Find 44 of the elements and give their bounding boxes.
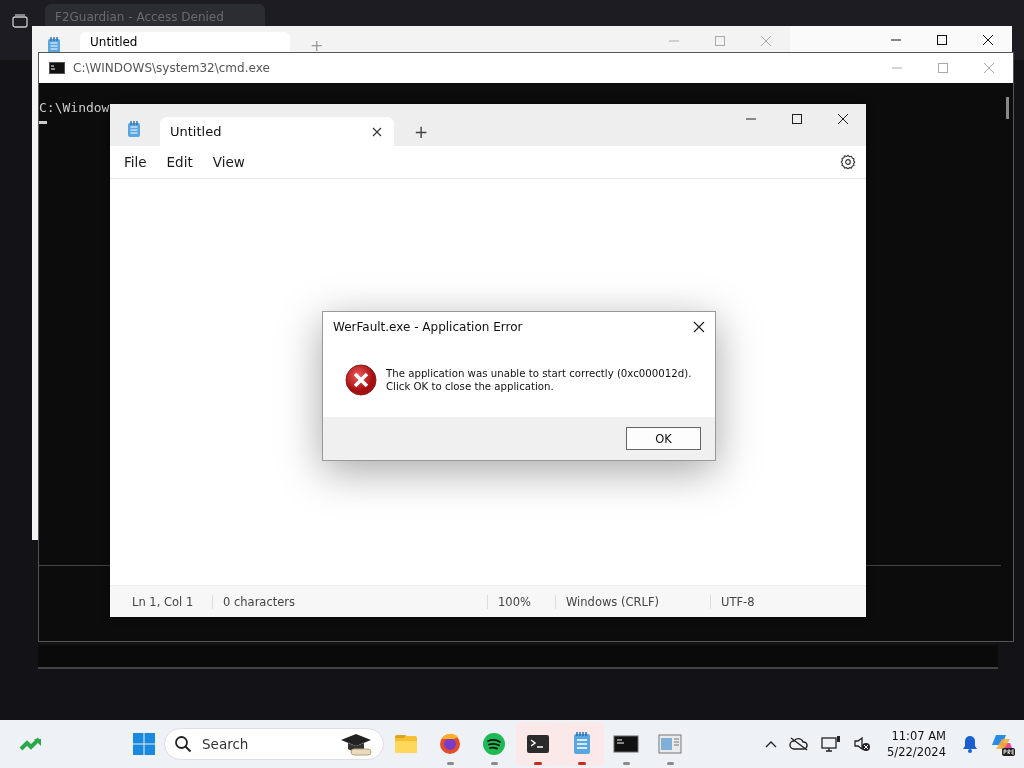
browser-icon[interactable] (437, 731, 463, 757)
message-text: Click OK to close the application. (386, 379, 555, 393)
search-icon (174, 735, 192, 753)
maximize-icon[interactable] (936, 34, 948, 46)
graduation-cap-icon (339, 731, 375, 757)
console-icon (49, 62, 65, 74)
status-text: 0 characters (212, 594, 487, 609)
message-text: The application was unable to start correctly (0xc000012d). (386, 366, 692, 380)
status-text: Ln 1, Col 1 (131, 594, 195, 609)
music-app-icon[interactable] (481, 731, 507, 757)
settings-icon[interactable] (840, 154, 856, 170)
tab[interactable]: Untitled (160, 117, 394, 146)
clock-date[interactable]: 5/22/2024 (887, 744, 946, 760)
clock-time[interactable]: 11:07 AM (887, 728, 946, 744)
search-box[interactable]: Search (164, 728, 384, 760)
speaker-muted-icon[interactable] (853, 735, 872, 753)
close-icon[interactable] (372, 126, 382, 137)
menu-item[interactable]: View (202, 150, 255, 174)
menu-item[interactable]: File (114, 150, 157, 174)
network-icon[interactable] (821, 735, 842, 753)
maximize-icon[interactable] (791, 113, 803, 125)
start-icon[interactable] (132, 732, 156, 756)
scrollbar-thumb[interactable] (1006, 97, 1009, 119)
status-text: UTF-8 (710, 594, 866, 609)
error-icon (345, 363, 377, 396)
close-icon[interactable] (982, 34, 994, 46)
close-icon[interactable] (693, 321, 705, 333)
status-text: 100% (487, 594, 555, 609)
new-tab-button[interactable]: + (414, 122, 429, 142)
ok-button[interactable]: OK (626, 427, 701, 450)
dialog-title: WerFault.exe - Application Error (333, 320, 523, 334)
tab[interactable]: Untitled (80, 32, 290, 52)
chevron-up-icon[interactable] (765, 740, 778, 748)
bell-icon[interactable] (962, 735, 978, 753)
cloud-off-icon[interactable] (789, 736, 810, 752)
console-text: C:\Window (39, 100, 110, 116)
tab-list-icon[interactable] (12, 14, 28, 28)
menu-item[interactable]: Edit (156, 150, 203, 174)
close-icon[interactable] (837, 113, 849, 125)
search-field[interactable]: Search (200, 735, 324, 753)
status-text: Windows (CRLF) (555, 594, 710, 609)
window-title: C:\WINDOWS\system32\cmd.exe (73, 61, 270, 75)
text-cursor (39, 121, 47, 124)
notepad-icon (126, 120, 142, 138)
